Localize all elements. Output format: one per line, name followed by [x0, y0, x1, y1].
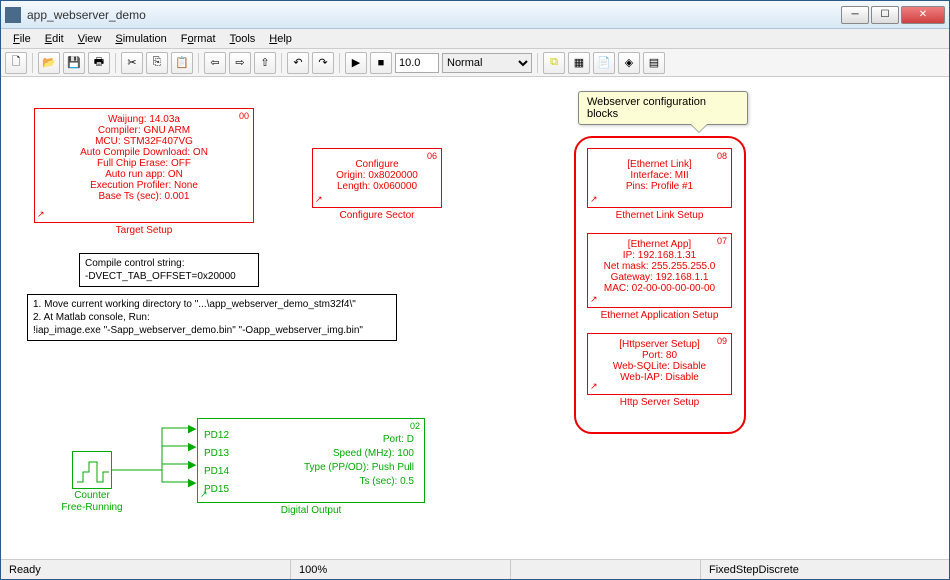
maximize-button[interactable]: ☐	[871, 6, 899, 24]
tool-icon-2[interactable]: ▦	[568, 52, 590, 74]
status-zoom: 100%	[291, 560, 511, 579]
close-button[interactable]: ✕	[901, 6, 945, 24]
copy-icon[interactable]: ⎘	[146, 52, 168, 74]
configure-sector-label: Configure Sector	[312, 210, 442, 221]
signal-wire	[112, 418, 192, 488]
model-canvas[interactable]: 00 Waijung: 14.03a Compiler: GNU ARM MCU…	[2, 78, 948, 558]
cut-icon[interactable]: ✂	[121, 52, 143, 74]
counter-label-2: Free-Running	[50, 502, 134, 513]
up-icon[interactable]: ⇧	[254, 52, 276, 74]
link-icon: ↗	[590, 194, 598, 205]
paste-icon[interactable]: 📋	[171, 52, 193, 74]
stop-icon[interactable]: ■	[370, 52, 392, 74]
simulation-mode-select[interactable]: Normal	[442, 53, 532, 73]
minimize-button[interactable]: ─	[841, 6, 869, 24]
digital-output-label: Digital Output	[197, 505, 425, 516]
compile-control-textbox[interactable]: Compile control string: -DVECT_TAB_OFFSE…	[79, 253, 259, 287]
window-title: app_webserver_demo	[27, 8, 841, 22]
menu-tools[interactable]: Tools	[224, 31, 262, 47]
menu-view[interactable]: View	[72, 31, 108, 47]
open-icon[interactable]: 📂	[38, 52, 60, 74]
menu-format[interactable]: Format	[175, 31, 222, 47]
new-icon[interactable]: 🗋	[5, 52, 27, 74]
ethernet-link-block[interactable]: 08 [Ethernet Link] Interface: MII Pins: …	[587, 148, 732, 208]
tool-icon-5[interactable]: ▤	[643, 52, 665, 74]
menu-file[interactable]: File	[7, 31, 37, 47]
app-icon	[5, 7, 21, 23]
ethernet-app-block[interactable]: 07 [Ethernet App] IP: 192.168.1.31 Net m…	[587, 233, 732, 308]
digital-output-block[interactable]: 02 PD12 PD13 PD14 PD15 Port: D Speed (MH…	[197, 418, 425, 503]
status-ready: Ready	[1, 560, 291, 579]
status-blank	[511, 560, 701, 579]
target-setup-block[interactable]: 00 Waijung: 14.03a Compiler: GNU ARM MCU…	[34, 108, 254, 223]
target-setup-label: Target Setup	[34, 225, 254, 236]
simulation-time-input[interactable]	[395, 53, 439, 73]
toolbar: 🗋 📂 💾 🖶 ✂ ⎘ 📋 ⇦ ⇨ ⇧ ↶ ↷ ▶ ■ Normal ⧉ ▦ 📄…	[1, 49, 949, 77]
link-icon: ↗	[590, 294, 598, 305]
menu-edit[interactable]: Edit	[39, 31, 70, 47]
app-window: app_webserver_demo ─ ☐ ✕ File Edit View …	[0, 0, 950, 580]
print-icon[interactable]: 🖶	[88, 52, 110, 74]
undo-icon[interactable]: ↶	[287, 52, 309, 74]
statusbar: Ready 100% FixedStepDiscrete	[1, 559, 949, 579]
save-icon[interactable]: 💾	[63, 52, 85, 74]
titlebar[interactable]: app_webserver_demo ─ ☐ ✕	[1, 1, 949, 29]
webserver-tooltip: Webserver configuration blocks	[578, 91, 748, 125]
instructions-textbox[interactable]: 1. Move current working directory to "..…	[27, 294, 397, 341]
menubar: File Edit View Simulation Format Tools H…	[1, 29, 949, 49]
menu-simulation[interactable]: Simulation	[109, 31, 172, 47]
counter-block[interactable]	[72, 451, 112, 489]
ethernet-link-label: Ethernet Link Setup	[587, 210, 732, 221]
configure-sector-block[interactable]: 06 Configure Origin: 0x8020000 Length: 0…	[312, 148, 442, 208]
counter-waveform-icon	[73, 452, 113, 490]
http-server-block[interactable]: 09 [Httpserver Setup] Port: 80 Web-SQLit…	[587, 333, 732, 395]
http-server-label: Http Server Setup	[587, 397, 732, 408]
ethernet-app-label: Ethernet Application Setup	[587, 310, 732, 321]
play-icon[interactable]: ▶	[345, 52, 367, 74]
link-icon: ↗	[200, 489, 208, 500]
status-solver: FixedStepDiscrete	[701, 560, 949, 579]
link-icon: ↗	[37, 209, 45, 220]
counter-label-1: Counter	[50, 490, 134, 501]
target-setup-content: Waijung: 14.03a Compiler: GNU ARM MCU: S…	[35, 109, 253, 202]
menu-help[interactable]: Help	[263, 31, 298, 47]
redo-icon[interactable]: ↷	[312, 52, 334, 74]
tool-icon-1[interactable]: ⧉	[543, 52, 565, 74]
back-icon[interactable]: ⇦	[204, 52, 226, 74]
tool-icon-4[interactable]: ◈	[618, 52, 640, 74]
forward-icon[interactable]: ⇨	[229, 52, 251, 74]
link-icon: ↗	[590, 381, 598, 392]
link-icon: ↗	[315, 194, 323, 205]
tool-icon-3[interactable]: 📄	[593, 52, 615, 74]
